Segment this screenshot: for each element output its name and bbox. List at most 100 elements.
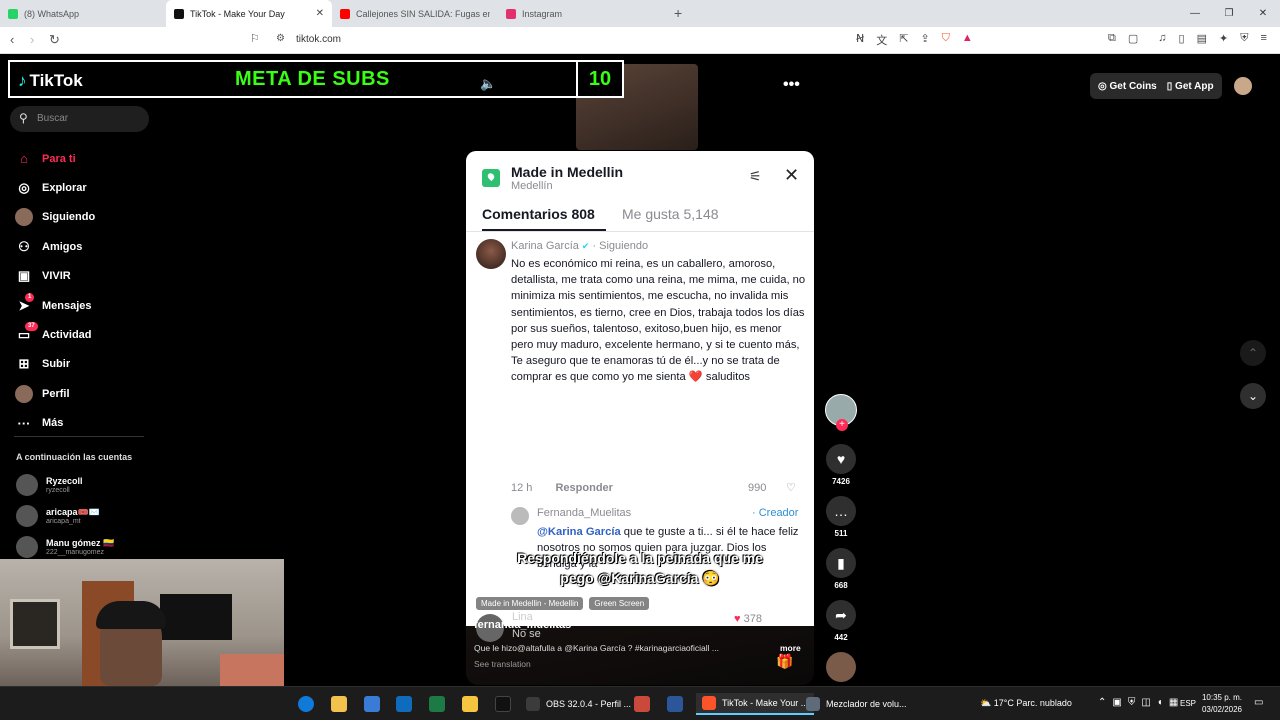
reply-avatar[interactable] — [511, 507, 529, 525]
account-item[interactable]: Manu gómez 🇨🇴 222__manugomez — [16, 536, 114, 558]
menu-icon[interactable]: ≡ — [1260, 32, 1266, 45]
wallet2-icon[interactable]: ▤ — [1197, 32, 1207, 45]
sidebar-item-actividad[interactable]: ▭ 37 Actividad — [14, 320, 154, 349]
creator-avatar[interactable]: + — [825, 394, 857, 431]
excel-icon[interactable] — [429, 696, 445, 712]
get-app-button[interactable]: ▯ Get App — [1167, 81, 1214, 92]
url-field[interactable]: tiktok.com — [296, 34, 341, 45]
translate-icon[interactable]: 文 — [876, 32, 887, 48]
leo-icon[interactable]: ✦ — [1219, 32, 1228, 45]
user-avatar[interactable] — [1234, 77, 1252, 95]
taskbar-window[interactable]: OBS 32.0.4 - Perfil ... — [526, 693, 631, 715]
account-item[interactable]: aricapa🎟️✉️ aricapa_mt — [16, 505, 100, 527]
taskbar-window[interactable]: Mezclador de volu... — [806, 693, 907, 715]
reload-icon[interactable]: ↻ — [49, 32, 60, 48]
share-icon[interactable]: ⇪ — [920, 32, 929, 48]
comment-avatar[interactable] — [476, 239, 506, 269]
video-tag[interactable]: Made in Medellin - Medellin — [476, 597, 584, 610]
brave-rewards-icon[interactable]: ▲ — [962, 32, 973, 48]
gift-icon[interactable]: 🎁 — [776, 653, 793, 670]
language-indicator[interactable]: ESP — [1180, 699, 1196, 708]
open-external-icon[interactable]: ⇱ — [899, 32, 908, 48]
account-name: Manu gómez 🇨🇴 — [46, 537, 115, 548]
like-action[interactable]: ♥ 7426 — [824, 444, 858, 486]
reply-button[interactable]: Responder — [555, 482, 612, 494]
get-coins-button[interactable]: ◎ Get Coins — [1098, 81, 1157, 92]
taskbar-window[interactable]: TikTok - Make Your ... — [696, 693, 815, 715]
comment-action[interactable]: … 511 — [824, 496, 858, 538]
close-icon[interactable]: ✕ — [784, 165, 799, 186]
save-action[interactable]: ▮ 668 — [824, 548, 858, 590]
music-disc[interactable] — [824, 652, 858, 682]
word-icon[interactable] — [667, 696, 683, 712]
share-arrow-icon[interactable]: ➦ — [826, 600, 856, 630]
video-author[interactable]: fernanda_muelitas — [474, 619, 571, 631]
more-options-icon[interactable]: ••• — [783, 76, 800, 94]
reply-mention[interactable]: @Karina García — [537, 526, 621, 538]
bookmark-save-icon[interactable]: ▮ — [826, 548, 856, 578]
account-item[interactable]: Ryzecoll ryzecoll — [16, 474, 83, 496]
wallet-icon[interactable]: ▢ — [1128, 32, 1138, 45]
clock[interactable]: 10:35 p. m. 03/02/2026 — [1200, 692, 1242, 716]
sidebar-item-mensajes[interactable]: ➤ 1 Mensajes — [14, 291, 154, 320]
sidebar-item-explorar[interactable]: ◎ Explorar — [14, 173, 154, 202]
sidebar-item-siguiendo[interactable]: Siguiendo — [14, 203, 154, 232]
tab-likes[interactable]: Me gusta 5,148 — [622, 206, 719, 222]
next-video-button[interactable]: ⌄ — [1240, 383, 1266, 409]
reply-author[interactable]: Fernanda_Muelitas — [537, 507, 631, 519]
weather[interactable]: ⛅ 17°C Parc. nublado — [980, 698, 1072, 709]
minimize-icon[interactable]: — — [1178, 8, 1212, 19]
system-tray-icons[interactable]: ⌃▣⛨◫◖▦ — [1098, 697, 1184, 708]
browser-tab[interactable]: Instagram — [498, 0, 664, 27]
store-icon[interactable] — [364, 696, 380, 712]
back-icon[interactable]: ‹ — [10, 32, 14, 47]
app-icon[interactable] — [634, 696, 650, 712]
sidebar-item-perfil[interactable]: Perfil — [14, 379, 154, 408]
heart-icon[interactable]: ♥ — [734, 613, 741, 625]
new-tab-button[interactable]: + — [674, 5, 682, 21]
more-link[interactable]: more — [780, 643, 801, 653]
comment-author[interactable]: Karina García — [511, 240, 579, 252]
vpn-icon[interactable]: ⛨ — [1240, 32, 1248, 45]
sidebar-item-para-ti[interactable]: ⌂ Para ti — [14, 144, 154, 173]
browser-tab[interactable]: Callejones SIN SALIDA: Fugas en BRA — [332, 0, 498, 27]
reader-mode-icon[interactable]: Ꞥ — [856, 32, 864, 48]
tab-close-icon[interactable]: ✕ — [316, 8, 324, 19]
like-icon[interactable]: ♥ — [826, 444, 856, 474]
music-disc-icon[interactable] — [826, 652, 856, 682]
close-window-icon[interactable]: ✕ — [1246, 8, 1280, 19]
site-info-icon[interactable]: ⚙ — [276, 33, 285, 44]
follow-plus-icon[interactable]: + — [836, 419, 848, 431]
video-tag[interactable]: Green Screen — [589, 597, 650, 610]
edge-icon[interactable] — [298, 696, 314, 712]
sticky-notes-icon[interactable] — [462, 696, 478, 712]
browser-tab[interactable]: (8) WhatsApp — [0, 0, 166, 27]
creator-avatar-button[interactable]: + — [824, 394, 858, 431]
account-name: aricapa🎟️✉️ — [46, 506, 100, 517]
browser-tab[interactable]: TikTok - Make Your Day ✕ — [166, 0, 332, 27]
bookmark-icon[interactable]: ⚐ — [250, 32, 260, 45]
maximize-icon[interactable]: ❐ — [1212, 8, 1246, 19]
file-explorer-icon[interactable] — [331, 696, 347, 712]
forward-icon[interactable]: › — [30, 32, 34, 47]
media-icon[interactable]: ♫ — [1158, 32, 1166, 45]
tab-comments[interactable]: Comentarios 808 — [482, 206, 595, 222]
search-input[interactable]: ⚲ Buscar — [10, 106, 149, 132]
sidebar-item-más[interactable]: ··· Más — [14, 409, 154, 438]
comment-icon[interactable]: … — [826, 496, 856, 526]
notification-icon[interactable]: ▭ — [1254, 697, 1263, 708]
sidebar-item-vivir[interactable]: ▣ VIVIR — [14, 262, 154, 291]
extensions-icon[interactable]: ⧉ — [1108, 32, 1116, 45]
outlook-icon[interactable] — [396, 696, 412, 712]
filter-icon[interactable]: ⚟ — [749, 168, 762, 185]
see-translation-link[interactable]: See translation — [474, 659, 531, 669]
tab-title: (8) WhatsApp — [24, 8, 80, 19]
sidebar-item-subir[interactable]: ⊞ Subir — [14, 350, 154, 379]
dislike-icon[interactable]: ♡ — [786, 481, 796, 494]
share-action[interactable]: ➦ 442 — [824, 600, 858, 642]
sidebar-icon[interactable]: ▯ — [1179, 32, 1185, 45]
sidebar-item-amigos[interactable]: ⚇ Amigos — [14, 232, 154, 261]
brave-shield-icon[interactable]: ⛉ — [942, 32, 950, 48]
previous-video-button[interactable]: ⌃ — [1240, 340, 1266, 366]
tiktok-app-icon[interactable] — [495, 696, 511, 712]
